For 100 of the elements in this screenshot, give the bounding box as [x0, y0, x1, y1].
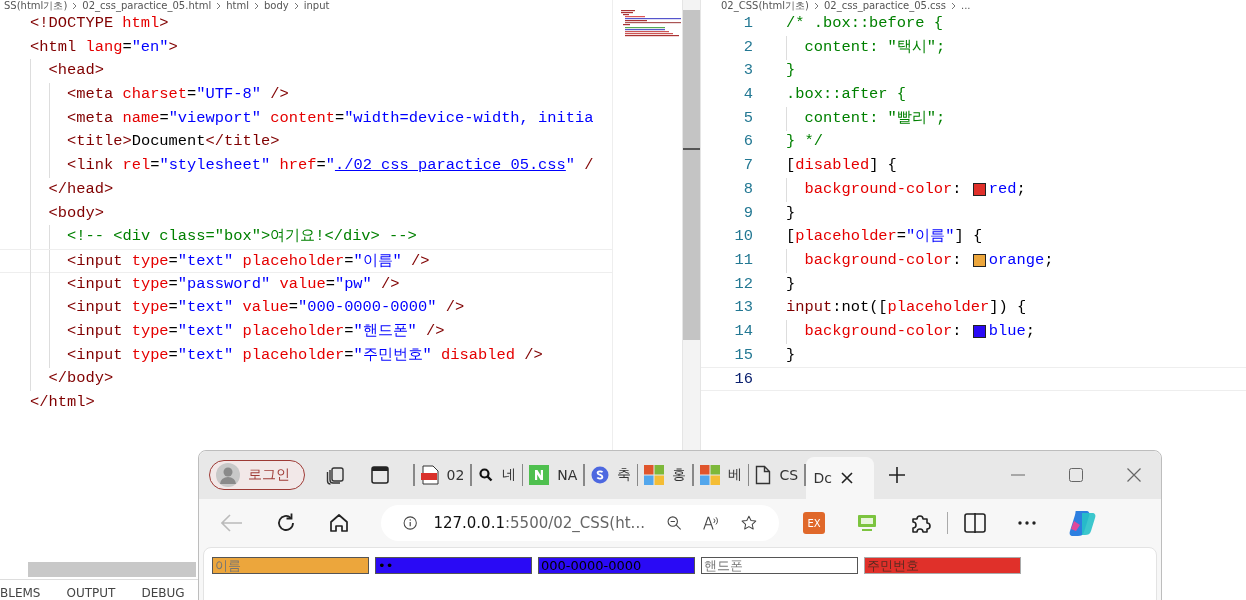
code-line: <input type="text" value="000-0000-0000" />: [67, 297, 465, 319]
code-line: </html>: [30, 392, 95, 413]
code-line: <input type="password" value="pw" />: [67, 273, 400, 295]
horizontal-scrollbar[interactable]: [28, 562, 196, 577]
code-token: }: [786, 273, 796, 295]
browser-tab[interactable]: 네: [471, 457, 522, 493]
browser-tab[interactable]: NA: [523, 457, 584, 493]
code-line: </head>: [48, 178, 114, 200]
code-line: <meta name="viewport" content="width=device-width, initia: [67, 107, 594, 129]
code-line: <link rel="stylesheet" href="./02_css_paractice_05.css" /: [67, 155, 594, 177]
code-line: <input type="text" placeholder="핸드폰" />: [67, 320, 445, 342]
code-token: input: [786, 297, 833, 319]
code-line: <!-- <div class="box">여기요!</div> -->: [67, 226, 417, 248]
code-line: <title>Document</title>: [67, 131, 280, 153]
line-number: 13: [733, 297, 753, 319]
panel-tab[interactable]: DEBUG: [141, 586, 185, 600]
code-token: :: [952, 178, 963, 200]
logo-icon: [529, 465, 550, 485]
vertical-scrollbar[interactable]: [683, 10, 700, 340]
line-number: 3: [742, 60, 753, 82]
code-token: :not([: [832, 297, 888, 319]
breadcrumb-item[interactable]: body: [263, 0, 289, 12]
close-icon[interactable]: [840, 471, 855, 485]
address-bar[interactable]: 127.0.0.1:5500/02_CSS(ht...: [381, 505, 779, 541]
input-field[interactable]: 이름: [212, 557, 369, 574]
panel-tab[interactable]: OUTPUT: [66, 586, 116, 600]
code-token: }: [786, 202, 796, 224]
chevron-icon: [72, 2, 78, 10]
chevron-icon: [814, 2, 819, 10]
code-token: content: "택시";: [804, 36, 946, 58]
browser-tab[interactable]: 축: [584, 457, 637, 493]
code-token: } */: [786, 131, 823, 153]
line-number: 11: [733, 249, 753, 271]
code-token: content: "빨리";: [804, 107, 946, 129]
code-line: <html lang="en">: [30, 36, 178, 58]
browser-tab[interactable]: 02: [414, 457, 471, 493]
breadcrumb-item[interactable]: ...: [961, 0, 971, 12]
chevron-icon: [293, 2, 299, 10]
code-token: :: [952, 320, 963, 342]
line-number: 16: [733, 369, 753, 390]
logo-icon: [590, 466, 609, 484]
chevron-icon: [253, 2, 259, 10]
line-number: 8: [742, 178, 753, 200]
code-line: <meta charset="UTF-8" />: [67, 84, 289, 106]
chevron-icon: [951, 2, 956, 10]
refresh-icon[interactable]: [275, 512, 297, 534]
code-line: </body>: [48, 368, 114, 390]
minimap-drawing: [621, 10, 681, 38]
breadcrumb-item[interactable]: 02_css_paractice_05.css: [824, 0, 946, 12]
info-icon[interactable]: [403, 513, 418, 533]
avatar-icon: [216, 463, 240, 487]
browser-tab[interactable]: CS: [749, 457, 805, 493]
code-token: }: [786, 344, 796, 366]
line-number: 1: [742, 13, 753, 34]
code-token: background-color: [804, 178, 953, 200]
home-icon[interactable]: [329, 513, 349, 533]
color-swatch[interactable]: [972, 183, 986, 197]
code-token: background-color: [804, 320, 953, 342]
color-swatch[interactable]: [972, 254, 986, 268]
browser-tab[interactable]: 베: [693, 457, 748, 493]
color-swatch[interactable]: [972, 325, 986, 339]
profile-button[interactable]: 로그인: [209, 460, 305, 490]
code-token: placeholder: [795, 226, 897, 248]
input-field[interactable]: 핸드폰: [701, 557, 858, 574]
more-icon[interactable]: [1018, 521, 1036, 525]
workspaces-icon[interactable]: [325, 465, 347, 485]
tab-actions-icon[interactable]: [371, 466, 389, 484]
browser-tab[interactable]: 홍: [638, 457, 693, 493]
line-number: 4: [742, 84, 753, 106]
code-token: =: [896, 226, 907, 248]
code-line: <input type="text" placeholder="주민번호" disabled />: [67, 344, 543, 366]
code-token: disabled: [795, 155, 870, 177]
code-token: [: [786, 155, 796, 177]
maximize-icon[interactable]: [1069, 468, 1083, 482]
zoom-out-icon[interactable]: [666, 513, 682, 533]
breadcrumb-item[interactable]: SS(html기초): [4, 0, 68, 12]
code-token: [: [786, 226, 796, 248]
assistant-icon[interactable]: [1068, 509, 1098, 537]
tiles-icon: [699, 465, 720, 485]
browser-tab[interactable]: Dc: [805, 457, 874, 499]
code-token: placeholder: [887, 297, 990, 319]
panel-tab[interactable]: BLEMS: [0, 586, 41, 600]
url-text: 127.0.0.1:5500/02_CSS(ht...: [433, 514, 645, 532]
breadcrumb-item[interactable]: html: [226, 0, 249, 12]
breadcrumb-item[interactable]: 02_CSS(html기초): [721, 0, 809, 12]
line-number: 15: [733, 344, 753, 366]
page-icon: [755, 465, 772, 485]
new-tab-icon[interactable]: [887, 466, 906, 484]
code-token: ] {: [954, 226, 983, 248]
code-token: red: [988, 178, 1017, 200]
code-token: ;: [1025, 320, 1035, 342]
breadcrumb-item[interactable]: 02_css_paractice_05.html: [82, 0, 212, 12]
code-token: :: [952, 249, 963, 271]
split-screen-icon[interactable]: [964, 513, 986, 533]
line-number: 9: [742, 202, 753, 224]
code-token: "이름": [906, 226, 955, 248]
puzzle-icon[interactable]: [909, 512, 931, 534]
tiles-icon: [644, 465, 665, 485]
search-icon: [477, 467, 494, 483]
breadcrumb-item[interactable]: input: [303, 0, 330, 12]
